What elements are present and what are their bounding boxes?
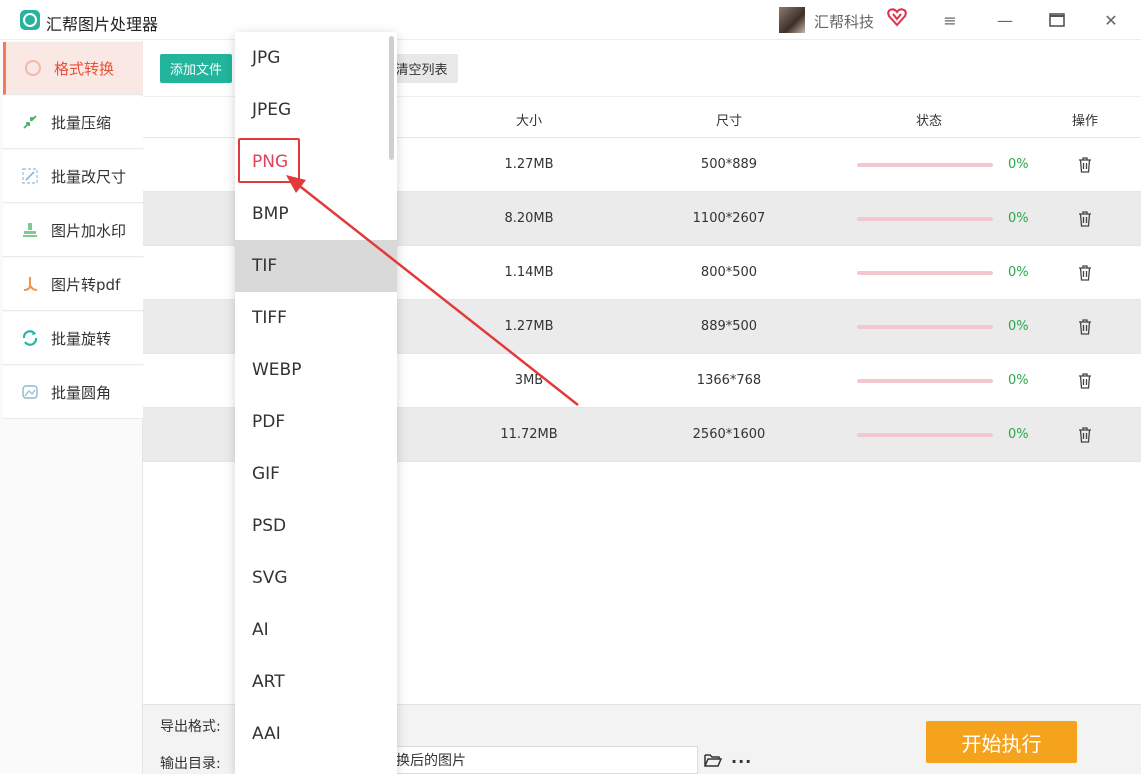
export-format-label: 导出格式: (160, 719, 221, 735)
progress-percent: 0% (1008, 157, 1029, 172)
sidebar-item-format-convert[interactable]: 格式转换 (3, 42, 143, 95)
dropdown-option-webp[interactable]: WEBP (235, 344, 397, 396)
sidebar-item-compress[interactable]: 批量压缩 (3, 96, 143, 149)
sidebar-item-label: 批量旋转 (51, 329, 112, 348)
dropdown-option-tif[interactable]: TIF (235, 240, 397, 292)
column-header-size: 大小 (515, 114, 543, 129)
file-size: 11.72MB (500, 427, 558, 442)
maximize-icon[interactable] (1045, 8, 1069, 32)
file-dimension: 1366*768 (696, 373, 762, 388)
dropdown-option-jpg[interactable]: JPG (235, 32, 397, 84)
sidebar-item-label: 图片转pdf (51, 275, 121, 294)
file-size: 3MB (514, 373, 544, 388)
trash-icon[interactable] (1077, 372, 1093, 389)
sidebar: 格式转换 批量压缩 批量改尺寸 图片加水印 图片转pdf 批量旋转 批量圆角 (0, 41, 143, 774)
dropdown-option-ai[interactable]: AI (235, 604, 397, 656)
output-dir-label: 输出目录: (160, 756, 221, 772)
dropdown-scrollbar[interactable] (389, 36, 394, 160)
output-dir-field[interactable]: 换后的图片 (385, 746, 698, 774)
progress-percent: 0% (1008, 373, 1029, 388)
trash-icon[interactable] (1077, 426, 1093, 443)
progress-bar (857, 163, 993, 167)
trash-icon[interactable] (1077, 264, 1093, 281)
add-file-button[interactable]: 添加文件 (160, 54, 232, 83)
dropdown-option-aai[interactable]: AAI (235, 708, 397, 760)
trash-icon[interactable] (1077, 318, 1093, 335)
progress-bar (857, 433, 993, 437)
annotation-highlight-box (238, 138, 300, 183)
sidebar-item-label: 图片加水印 (51, 221, 127, 240)
column-header-dimension: 尺寸 (715, 114, 743, 129)
progress-bar (857, 217, 993, 221)
progress-percent: 0% (1008, 211, 1029, 226)
pdf-icon (23, 277, 38, 291)
app-title: 汇帮图片处理器 (46, 15, 159, 34)
sidebar-item-round-corner[interactable]: 批量圆角 (3, 366, 143, 419)
file-size: 1.14MB (504, 265, 554, 280)
progress-percent: 0% (1008, 427, 1029, 442)
sidebar-item-resize[interactable]: 批量改尺寸 (3, 150, 143, 203)
progress-bar (857, 379, 993, 383)
file-size: 1.27MB (504, 319, 554, 334)
sidebar-item-label: 格式转换 (54, 59, 115, 78)
rotate-icon (22, 330, 38, 346)
sidebar-item-label: 批量压缩 (51, 113, 112, 132)
minimize-icon[interactable]: — (993, 8, 1017, 32)
dropdown-option-jpeg[interactable]: JPEG (235, 84, 397, 136)
sidebar-item-rotate[interactable]: 批量旋转 (3, 312, 143, 365)
sidebar-item-to-pdf[interactable]: 图片转pdf (3, 258, 143, 311)
user-name[interactable]: 汇帮科技 (814, 11, 874, 32)
file-dimension: 2560*1600 (692, 427, 766, 442)
dropdown-option-art[interactable]: ART (235, 656, 397, 708)
resize-icon (22, 168, 38, 184)
sidebar-item-watermark[interactable]: 图片加水印 (3, 204, 143, 257)
dropdown-option-pdf[interactable]: PDF (235, 396, 397, 448)
dropdown-option-psd[interactable]: PSD (235, 500, 397, 552)
file-dimension: 800*500 (700, 265, 758, 280)
avatar[interactable] (779, 7, 805, 33)
title-bar: 汇帮图片处理器 汇帮科技 ≡ — ✕ (0, 0, 1141, 40)
menu-icon[interactable]: ≡ (938, 8, 962, 32)
watermark-icon (23, 223, 37, 237)
more-options-button[interactable]: ··· (731, 752, 752, 771)
progress-bar (857, 271, 993, 275)
dropdown-option-svg[interactable]: SVG (235, 552, 397, 604)
dropdown-option-gif[interactable]: GIF (235, 448, 397, 500)
sidebar-item-label: 批量圆角 (51, 383, 112, 402)
start-button[interactable]: 开始执行 (926, 721, 1077, 763)
trash-icon[interactable] (1077, 156, 1093, 173)
compress-icon (23, 115, 37, 129)
trash-icon[interactable] (1077, 210, 1093, 227)
file-size: 8.20MB (504, 211, 554, 226)
progress-percent: 0% (1008, 265, 1029, 280)
vip-heart-icon[interactable] (886, 6, 908, 28)
file-dimension: 889*500 (700, 319, 758, 334)
dropdown-option-bmp[interactable]: BMP (235, 188, 397, 240)
convert-icon (25, 60, 41, 76)
progress-bar (857, 325, 993, 329)
column-header-action: 操作 (1071, 114, 1099, 129)
app-logo-icon (20, 10, 40, 30)
file-size: 1.27MB (504, 157, 554, 172)
folder-icon[interactable] (704, 753, 722, 768)
file-dimension: 1100*2607 (692, 211, 766, 226)
column-header-status: 状态 (915, 114, 943, 129)
file-dimension: 500*889 (700, 157, 758, 172)
dropdown-option-tiff[interactable]: TIFF (235, 292, 397, 344)
close-icon[interactable]: ✕ (1099, 8, 1123, 32)
progress-percent: 0% (1008, 319, 1029, 334)
round-corner-icon (22, 385, 38, 399)
sidebar-item-label: 批量改尺寸 (51, 167, 127, 186)
